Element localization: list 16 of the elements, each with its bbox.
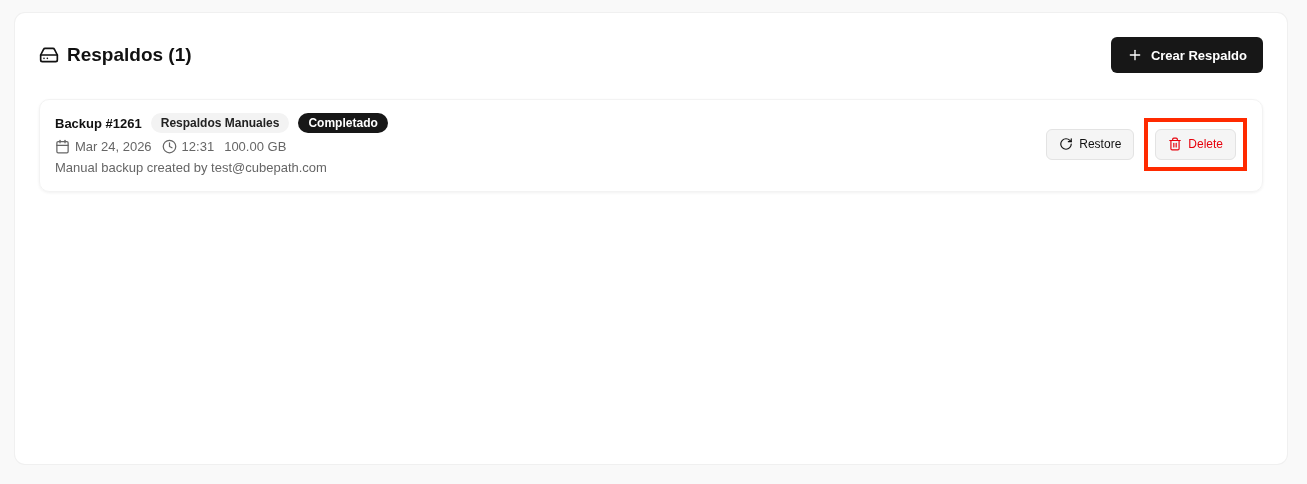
backup-size: 100.00 GB [224,139,287,154]
backup-time: 12:31 [181,139,215,154]
clock-icon [161,139,177,154]
restore-button[interactable]: Restore [1046,128,1135,160]
status-tag: Completado [298,113,388,133]
backup-description: Manual backup created by test@cubepath.com [55,160,328,175]
trash-icon [1168,137,1183,151]
backup-date: Mar 24, 2026 [75,139,152,154]
create-backup-button[interactable]: Crear Respaldo [1110,37,1263,73]
backup-name: Backup #1261 [55,115,142,131]
section-title: Respaldos (1) [67,44,192,66]
hard-drive-icon [39,45,59,65]
rotate-icon [1059,137,1074,151]
calendar-icon [55,139,70,154]
type-tag: Respaldos Manuales [150,113,290,133]
delete-button[interactable]: Delete [1155,128,1236,160]
